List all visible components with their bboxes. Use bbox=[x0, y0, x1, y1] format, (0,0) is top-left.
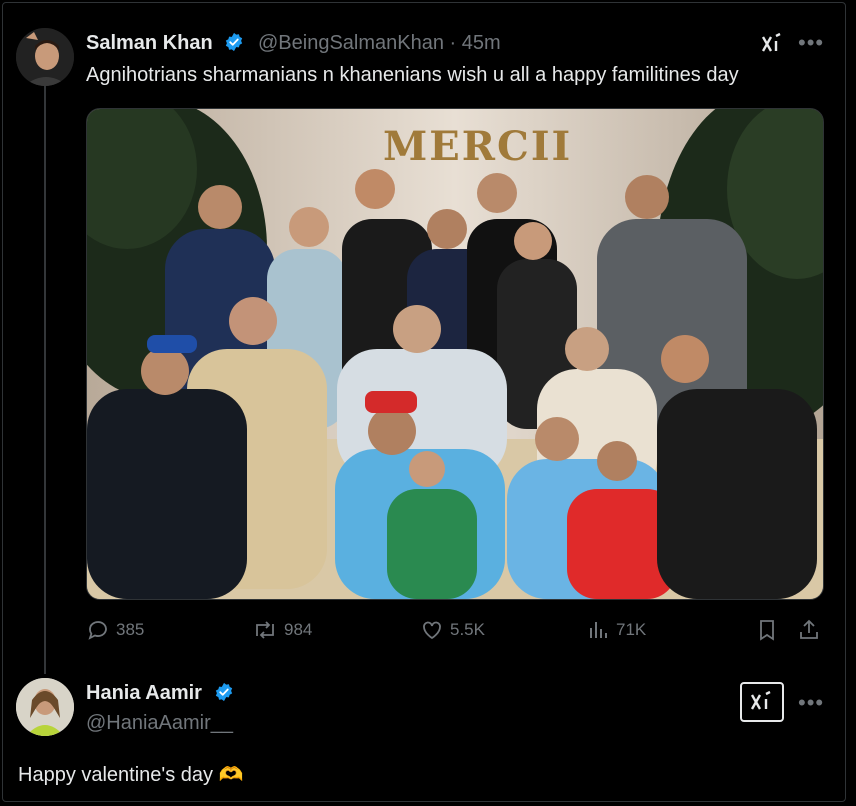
avatar[interactable] bbox=[16, 28, 74, 86]
reply-icon bbox=[86, 618, 110, 642]
separator: · bbox=[449, 32, 457, 54]
grok-xi-icon[interactable] bbox=[740, 682, 784, 722]
reply-action[interactable]: 385 bbox=[86, 618, 144, 642]
verified-icon bbox=[224, 32, 244, 58]
reply-count: 385 bbox=[116, 620, 145, 639]
thread-line bbox=[44, 84, 46, 674]
post-time[interactable]: 45m bbox=[462, 32, 501, 54]
heart-hands-icon: 🫶 bbox=[218, 764, 244, 786]
repost-count: 984 bbox=[284, 620, 313, 639]
avatar[interactable] bbox=[16, 678, 74, 736]
author-handle[interactable]: @BeingSalmanKhan bbox=[258, 32, 444, 54]
share-action[interactable] bbox=[798, 618, 820, 642]
repost-icon bbox=[252, 618, 278, 642]
reply-author-name[interactable]: Hania Aamir bbox=[86, 682, 234, 708]
more-icon[interactable]: ••• bbox=[798, 690, 824, 716]
more-icon[interactable]: ••• bbox=[798, 30, 824, 56]
bookmark-action[interactable] bbox=[756, 618, 778, 642]
grok-xi-icon[interactable] bbox=[760, 32, 784, 62]
bookmark-icon bbox=[756, 618, 778, 642]
media-sign-text: MERCII bbox=[383, 123, 573, 170]
reply-text-body: Happy valentine's day bbox=[18, 764, 214, 786]
repost-action[interactable]: 984 bbox=[252, 618, 312, 642]
reply-author-name-text[interactable]: Hania Aamir bbox=[86, 682, 202, 704]
like-action[interactable]: 5.5K bbox=[420, 618, 485, 642]
reply-author-handle[interactable]: @HaniaAamir__ bbox=[86, 712, 233, 735]
views-action[interactable]: 71K bbox=[588, 618, 646, 642]
verified-icon bbox=[214, 682, 234, 708]
tweet-text: Agnihotrians sharmanians n khanenians wi… bbox=[86, 64, 739, 86]
author-name[interactable]: Salman Khan bbox=[86, 32, 244, 58]
reply-text: Happy valentine's day 🫶 bbox=[18, 762, 244, 787]
views-icon bbox=[588, 618, 610, 642]
like-count: 5.5K bbox=[450, 620, 485, 639]
action-bar: 385 984 5.5K 71K bbox=[86, 618, 822, 646]
author-name-text[interactable]: Salman Khan bbox=[86, 32, 213, 54]
heart-icon bbox=[420, 618, 444, 642]
views-count: 71K bbox=[616, 620, 647, 639]
author-handle-line: @BeingSalmanKhan · 45m bbox=[258, 32, 501, 55]
tweet-media-image[interactable]: MERCII bbox=[86, 108, 824, 600]
share-icon bbox=[798, 618, 820, 642]
